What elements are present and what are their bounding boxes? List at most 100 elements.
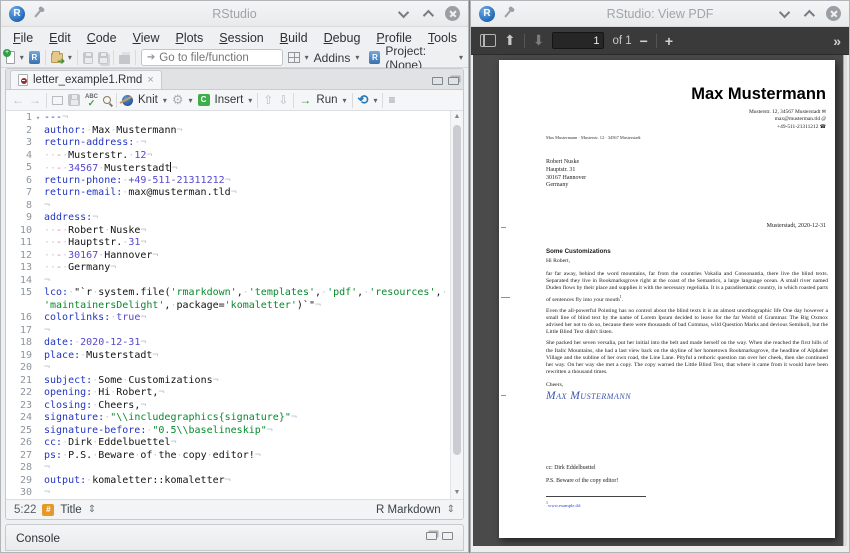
pane-minimize-icon[interactable] xyxy=(432,77,443,85)
project-caret-icon[interactable]: ▾ xyxy=(459,53,463,62)
back-icon[interactable]: ← xyxy=(12,93,24,107)
line-number: 30 xyxy=(6,487,32,499)
print-icon[interactable] xyxy=(119,55,130,64)
close-icon[interactable] xyxy=(826,6,841,21)
fold-gutter xyxy=(32,275,44,288)
find-replace-icon[interactable] xyxy=(103,96,111,104)
gear-icon[interactable]: ⚙ xyxy=(172,92,184,108)
previous-page-icon[interactable]: ⬆ xyxy=(504,32,516,49)
rerun-icon[interactable]: ⟲ xyxy=(358,92,369,108)
goto-file-input[interactable] xyxy=(159,52,277,64)
line-number: 28 xyxy=(6,462,32,475)
scrollbar-thumb[interactable] xyxy=(453,125,461,455)
menu-item-build[interactable]: Build xyxy=(272,29,316,47)
pdf-titlebar[interactable]: R RStudio: View PDF xyxy=(471,1,849,27)
spellcheck-icon[interactable]: ABC✓ xyxy=(85,95,98,106)
menu-item-debug[interactable]: Debug xyxy=(316,29,369,47)
menu-item-code[interactable]: Code xyxy=(79,29,125,47)
line-number: 27 xyxy=(6,450,32,463)
knit-caret-icon[interactable]: ▾ xyxy=(163,96,167,105)
open-file-icon[interactable]: ➔ xyxy=(51,53,63,63)
pdf-viewport[interactable]: Max Mustermann Musterstr. 12, 34567 Must… xyxy=(471,55,849,548)
run-previous-icon[interactable]: ⇧ xyxy=(263,93,273,107)
console-minimize-icon[interactable] xyxy=(426,532,437,540)
scroll-up-icon[interactable]: ▲ xyxy=(451,111,463,123)
fold-arrow-icon[interactable]: ▾ xyxy=(32,112,44,125)
toolbar-overflow-button[interactable]: » xyxy=(833,33,840,49)
menu-item-session[interactable]: Session xyxy=(211,29,271,47)
scope-updown-icon[interactable]: ⇕ xyxy=(88,504,96,515)
new-file-caret-icon[interactable]: ▾ xyxy=(20,53,24,62)
console-pane-header[interactable]: Console xyxy=(5,524,464,551)
code-line: 8¬ xyxy=(6,200,450,213)
tab-letter-example1[interactable]: letter_example1.Rmd × xyxy=(10,70,162,89)
tab-bar: letter_example1.Rmd × xyxy=(6,69,463,90)
save-icon[interactable] xyxy=(83,52,93,64)
line-number: 26 xyxy=(6,437,32,450)
code-line: 29output:·komaletter::komaletter¬ xyxy=(6,475,450,488)
forward-icon[interactable]: → xyxy=(29,93,41,107)
document-outline-icon[interactable]: ≡ xyxy=(388,93,395,107)
rerun-caret-icon[interactable]: ▾ xyxy=(373,96,377,105)
menu-item-file[interactable]: File xyxy=(5,29,41,47)
run-icon: → xyxy=(299,93,311,107)
menu-item-edit[interactable]: Edit xyxy=(41,29,79,47)
addins-button[interactable]: Addins xyxy=(314,51,351,65)
sidebar-toggle-icon[interactable] xyxy=(480,34,496,47)
new-file-icon[interactable]: + xyxy=(6,51,15,64)
insert-caret-icon[interactable]: ▾ xyxy=(248,96,252,105)
open-file-caret-icon[interactable]: ▾ xyxy=(68,53,72,62)
knit-button[interactable]: Knit xyxy=(138,94,158,106)
tab-close-icon[interactable]: × xyxy=(147,74,153,86)
code-line: 15lco:·"`r·system.file('rmarkdown',·'tem… xyxy=(6,287,450,300)
code-editor[interactable]: 1▾---¬2author:·Max·Mustermann¬3return-ad… xyxy=(6,111,463,499)
maximize-icon[interactable] xyxy=(804,9,815,20)
fold-gutter xyxy=(32,300,44,313)
next-page-icon[interactable]: ⬇ xyxy=(533,32,545,49)
code-line: 'maintainersDelight',·package='komalette… xyxy=(6,300,450,313)
menu-item-plots[interactable]: Plots xyxy=(167,29,211,47)
maximize-icon[interactable] xyxy=(423,9,434,20)
save-all-icon[interactable] xyxy=(98,52,108,64)
show-in-new-window-icon[interactable] xyxy=(52,96,63,105)
line-number: 22 xyxy=(6,387,32,400)
panes-caret-icon[interactable]: ▾ xyxy=(305,53,309,62)
insert-button[interactable]: Insert xyxy=(215,94,244,106)
goto-file-box[interactable]: ➔ xyxy=(141,49,283,66)
file-type-updown-icon[interactable]: ⇕ xyxy=(447,504,455,515)
page-number-input[interactable] xyxy=(552,32,604,49)
close-icon[interactable] xyxy=(445,6,460,21)
menu-item-view[interactable]: View xyxy=(125,29,168,47)
run-next-icon[interactable]: ⇩ xyxy=(278,93,288,107)
addins-caret-icon[interactable]: ▾ xyxy=(355,53,359,62)
contact-email: max@musterman.tld xyxy=(775,116,820,122)
titlebar[interactable]: R RStudio xyxy=(1,1,468,27)
new-project-icon[interactable]: R xyxy=(29,51,40,64)
letter-closing: Cheers, xyxy=(546,382,828,389)
separator xyxy=(352,93,353,108)
pane-maximize-icon[interactable] xyxy=(448,77,459,85)
recipient-line: Hauptstr. 31 xyxy=(546,167,586,175)
editor-scrollbar[interactable]: ▲ ▼ xyxy=(450,111,463,499)
insert-chunk-icon[interactable]: C xyxy=(198,94,210,106)
scope-selector[interactable]: Title xyxy=(60,504,81,516)
workspace-panes-icon[interactable] xyxy=(288,52,299,63)
save-source-icon[interactable] xyxy=(68,94,80,106)
zoom-in-button[interactable]: + xyxy=(665,33,673,49)
knit-icon[interactable] xyxy=(122,95,133,106)
scroll-down-icon[interactable]: ▼ xyxy=(451,487,463,499)
footnote-link[interactable]: 1www.example.tld xyxy=(546,500,580,508)
run-caret-icon[interactable]: ▾ xyxy=(343,96,347,105)
cursor-position: 5:22 xyxy=(14,504,36,516)
gear-caret-icon[interactable]: ▾ xyxy=(189,96,193,105)
console-maximize-icon[interactable] xyxy=(442,532,453,540)
separator xyxy=(46,93,47,108)
zoom-out-button[interactable]: − xyxy=(640,33,648,49)
run-button[interactable]: Run xyxy=(316,94,337,106)
code-line: 26cc:·Dirk·Eddelbuettel¬ xyxy=(6,437,450,450)
fold-gutter xyxy=(32,175,44,188)
phone-icon: ☎ xyxy=(820,125,826,130)
file-type-selector[interactable]: R Markdown xyxy=(376,504,441,516)
fold-gutter xyxy=(32,187,44,200)
pdf-scrollbar[interactable] xyxy=(843,55,847,548)
